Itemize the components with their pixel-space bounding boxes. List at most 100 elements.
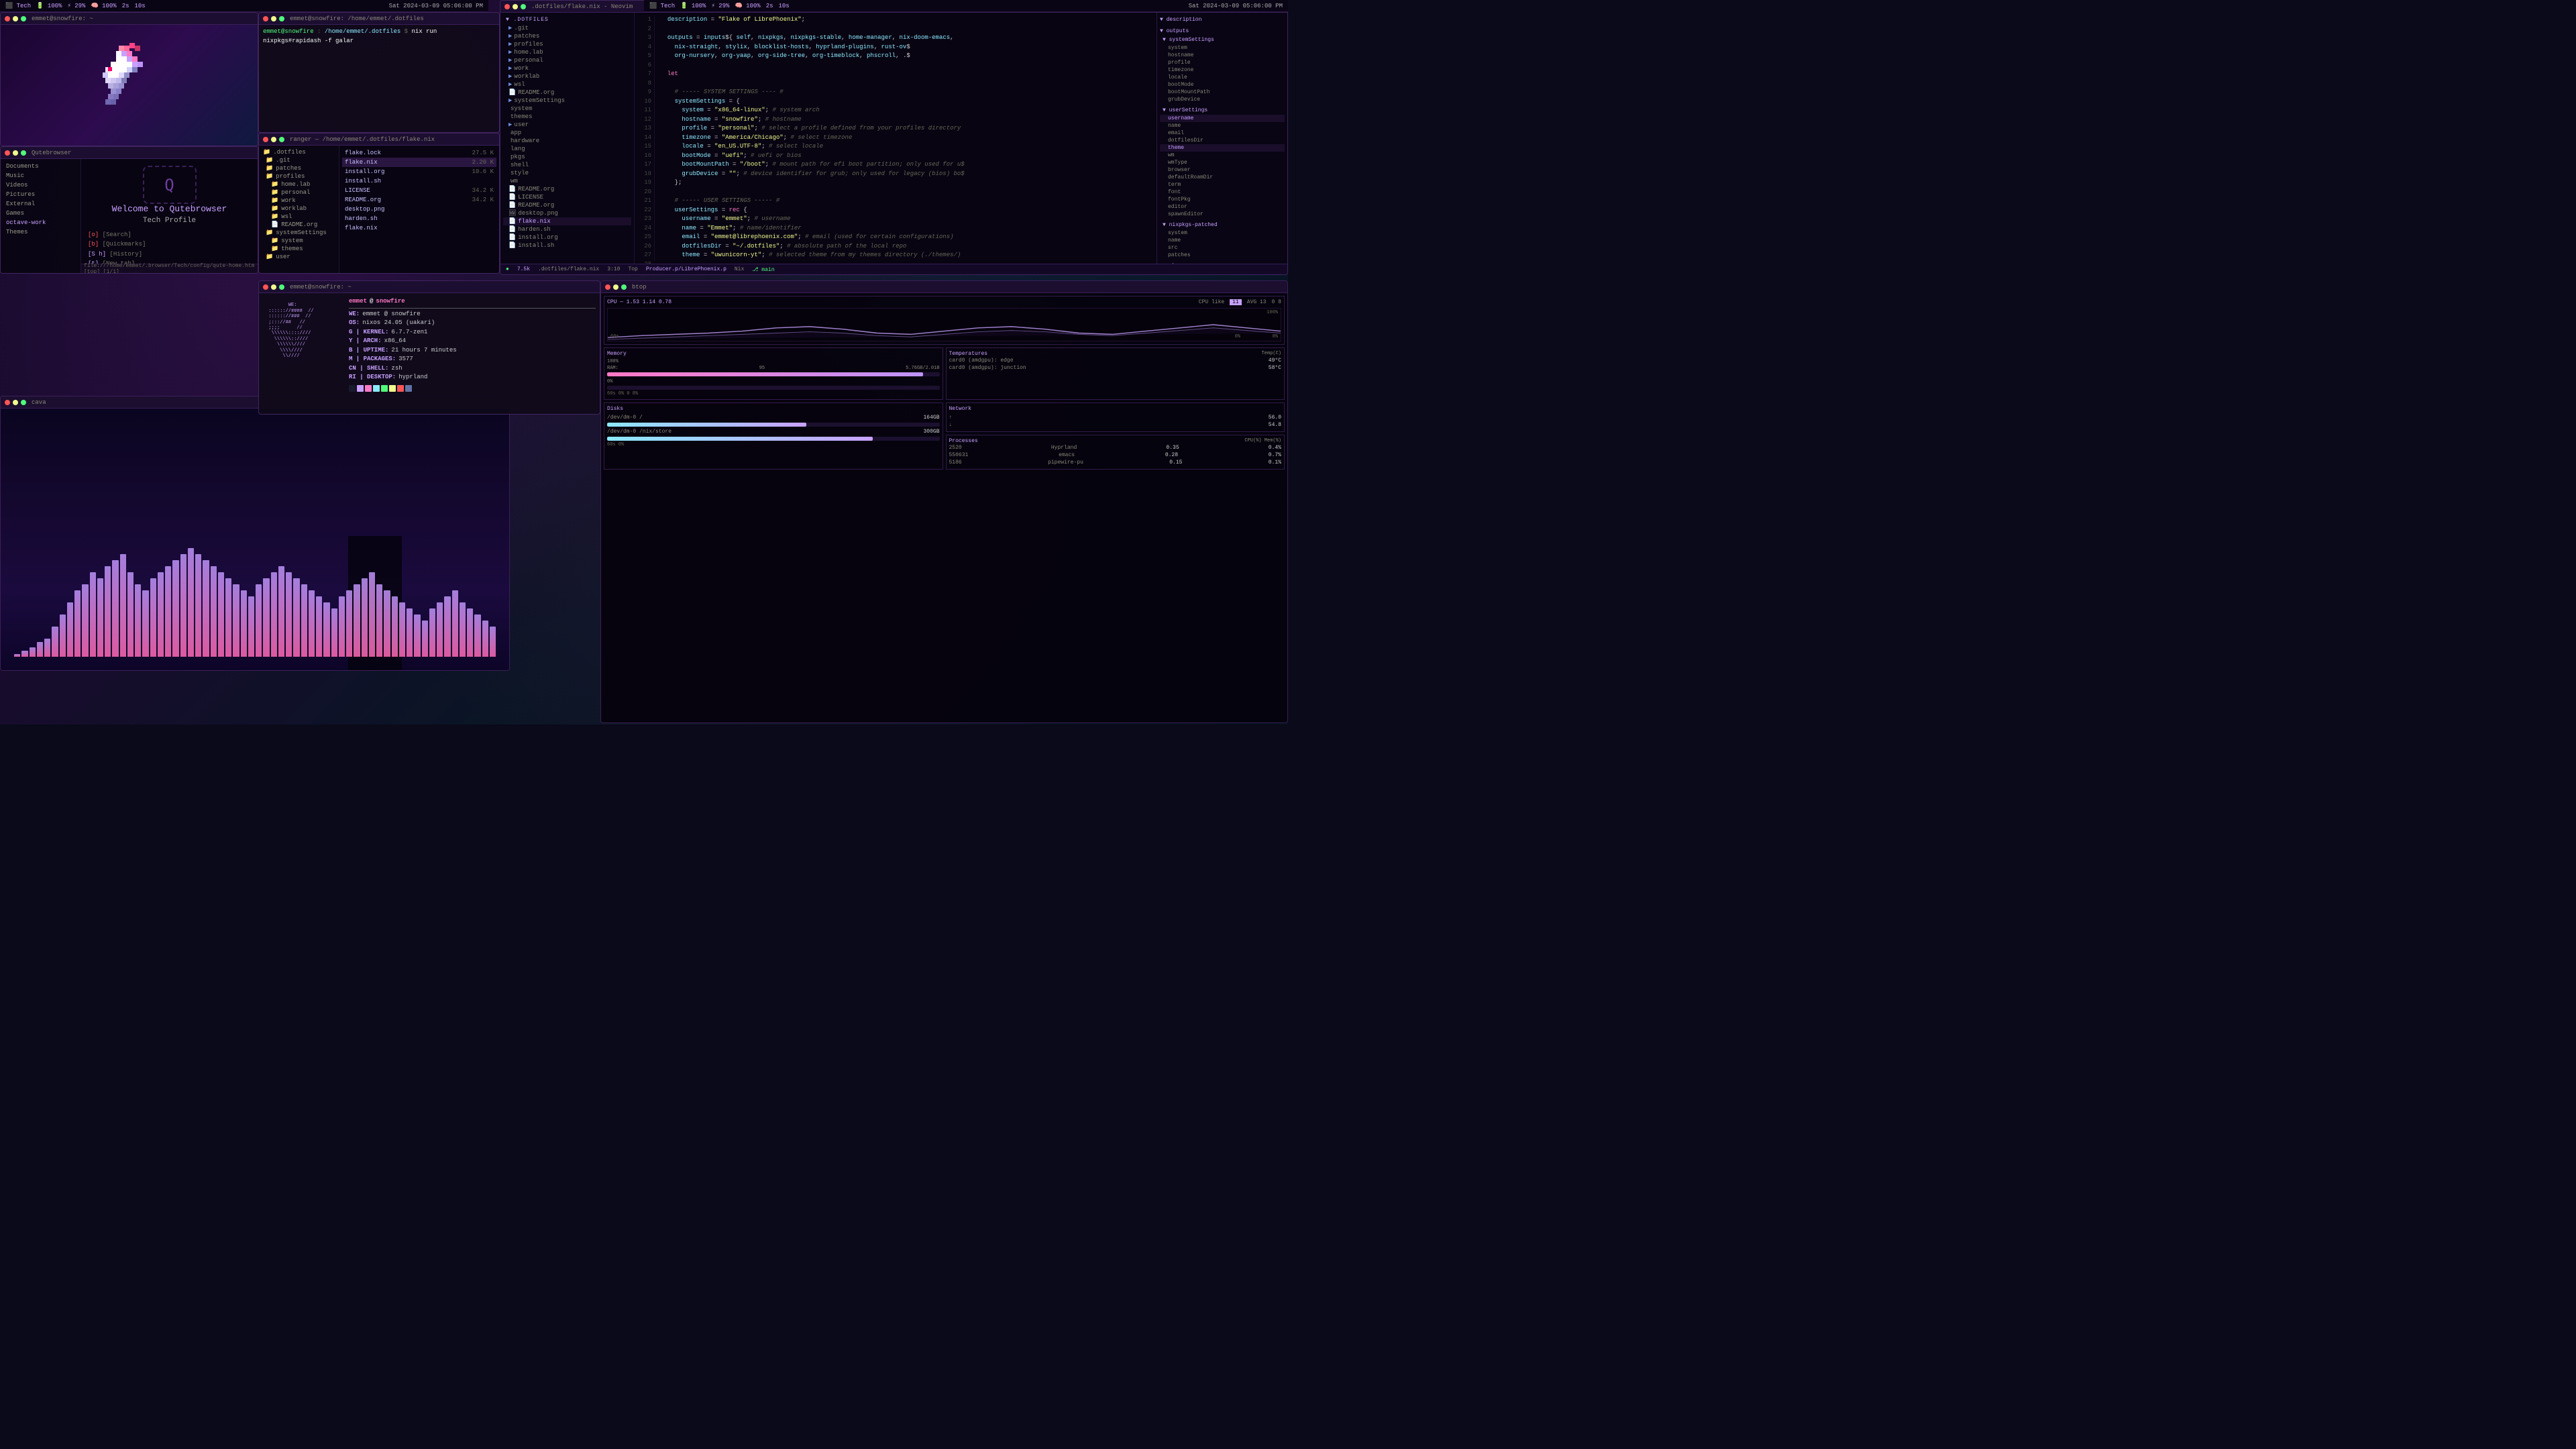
fm-item-wsl[interactable]: 📁wsl — [260, 213, 337, 221]
fm-item-profiles[interactable]: 📁profiles — [260, 172, 337, 180]
code-line-2 — [660, 25, 1151, 34]
term-close[interactable] — [263, 16, 268, 21]
term-sep-1: : — [317, 28, 321, 35]
fm-item-system[interactable]: 📁system — [260, 237, 337, 245]
viz-close[interactable] — [5, 400, 10, 405]
topbar-right-items: ⬛ Tech 🔋 100% ⚡ 29% 🧠 100% 2s 10s — [649, 3, 790, 9]
editor-min[interactable] — [513, 4, 518, 9]
editor-tree-themes[interactable]: themes — [503, 113, 631, 121]
fm-file-flakenix[interactable]: flake.nix 2.20 K — [342, 158, 496, 167]
fm-close[interactable] — [263, 137, 268, 142]
fm-item-personal[interactable]: 📁personal — [260, 189, 337, 197]
fm-file-license[interactable]: LICENSE 34.2 K — [342, 186, 496, 195]
fm-item-user[interactable]: 📁user — [260, 253, 337, 261]
nf-min[interactable] — [271, 284, 276, 290]
editor-tree-readmeorg2[interactable]: 📄 README.org — [503, 185, 631, 193]
editor-tree-app[interactable]: app — [503, 129, 631, 137]
fm-file-flakenix2[interactable]: flake.nix — [342, 223, 496, 233]
fm-item-system-settings[interactable]: 📁systemSettings — [260, 229, 337, 237]
editor-tree-lang[interactable]: lang — [503, 145, 631, 153]
qute-sidebar-games[interactable]: Games — [3, 209, 78, 218]
editor-tree-user[interactable]: ▶ user — [503, 121, 631, 129]
editor-tree-git[interactable]: ▶ .git — [503, 24, 631, 32]
fm-file-harden[interactable]: harden.sh — [342, 214, 496, 223]
editor-tree-desktoppng[interactable]: 🖼 desktop.png — [503, 209, 631, 217]
min-dot[interactable] — [13, 16, 18, 21]
editor-close[interactable] — [504, 4, 510, 9]
editor-tree-patches[interactable]: ▶ patches — [503, 32, 631, 40]
editor-tree-work[interactable]: ▶ work — [503, 64, 631, 72]
qute-max-dot[interactable] — [21, 150, 26, 156]
sysmon-max[interactable] — [621, 284, 627, 290]
editor-tree-hardensh[interactable]: 📄 harden.sh — [503, 225, 631, 233]
editor-code-area[interactable]: 1 2 3 4 5 6 7 8 9 10 11 12 13 14 15 16 1… — [635, 13, 1157, 264]
editor-tree-readmeorg1[interactable]: 📄 README.org — [503, 89, 631, 97]
viz-max[interactable] — [21, 400, 26, 405]
term-max[interactable] — [279, 16, 284, 21]
fm-file-desktoppng[interactable]: desktop.png — [342, 205, 496, 214]
nf-close[interactable] — [263, 284, 268, 290]
editor-tree-installorg[interactable]: 📄 install.org — [503, 233, 631, 241]
outline-term: term — [1160, 181, 1285, 189]
editor-tree-wsl[interactable]: ▶ wsl — [503, 80, 631, 89]
fm-file-install-org[interactable]: install.org 10.6 K — [342, 167, 496, 176]
viz-min[interactable] — [13, 400, 18, 405]
fm-file-flakelock[interactable]: flake.lock 27.5 K — [342, 148, 496, 158]
terminal-top-window: emmet@snowfire: /home/emmet/.dotfiles em… — [258, 12, 500, 133]
outline-system-settings: ▼ systemSettings — [1160, 36, 1285, 44]
qute-close-dot[interactable] — [5, 150, 10, 156]
editor-tree-system-settings[interactable]: ▶ systemSettings — [503, 97, 631, 105]
qute-sidebar-external[interactable]: External — [3, 199, 78, 209]
close-dot[interactable] — [5, 16, 10, 21]
nf-max[interactable] — [279, 284, 284, 290]
pixel-art-window: emmet@snowfire: ~ — [0, 12, 258, 146]
editor-tree-flakenix[interactable]: 📄 flake.nix — [503, 217, 631, 225]
fm-item-patches[interactable]: 📁patches — [260, 164, 337, 172]
fm-item-git[interactable]: 📁.git — [260, 156, 337, 164]
editor-tree-wm[interactable]: wm — [503, 177, 631, 185]
nf-pkg-key: M | PACKAGES: — [349, 355, 396, 364]
fm-min[interactable] — [271, 137, 276, 142]
editor-tree-personal[interactable]: ▶ personal — [503, 56, 631, 64]
fm-item-themes[interactable]: 📁themes — [260, 245, 337, 253]
editor-max[interactable] — [521, 4, 526, 9]
editor-tree-profiles[interactable]: ▶ profiles — [503, 40, 631, 48]
editor-tree-license[interactable]: 📄 LICENSE — [503, 193, 631, 201]
qute-sidebar-documents[interactable]: Documents — [3, 162, 78, 171]
qute-sidebar-pictures[interactable]: Pictures — [3, 190, 78, 199]
gutter-27: 27 — [637, 251, 651, 260]
term-min[interactable] — [271, 16, 276, 21]
qute-min-dot[interactable] — [13, 150, 18, 156]
editor-tree-homelab[interactable]: ▶ home.lab — [503, 48, 631, 56]
editor-tree-hardware[interactable]: hardware — [503, 137, 631, 145]
max-dot[interactable] — [21, 16, 26, 21]
fm-max[interactable] — [279, 137, 284, 142]
editor-code-lines[interactable]: description = "Flake of LibrePhoenix"; o… — [655, 15, 1157, 261]
editor-tree-system[interactable]: system — [503, 105, 631, 113]
fm-item-homelab[interactable]: 📁home.lab — [260, 180, 337, 189]
gutter-20: 20 — [637, 188, 651, 197]
fm-item-dotfiles[interactable]: 📁.dotfiles — [260, 148, 337, 156]
fm-item-worklab[interactable]: 📁worklab — [260, 205, 337, 213]
editor-tree-worklab[interactable]: ▶ worklab — [503, 72, 631, 80]
editor-tree-pkgs[interactable]: pkgs — [503, 153, 631, 161]
sysmon-min[interactable] — [613, 284, 619, 290]
qute-sidebar-videos[interactable]: Videos — [3, 180, 78, 190]
fm-item-readme1[interactable]: 📄README.org — [260, 221, 337, 229]
editor-tree-readmeorg3[interactable]: 📄 README.org — [503, 201, 631, 209]
qute-sidebar-octave[interactable]: octave-work — [3, 218, 78, 227]
fm-content[interactable]: 📁.dotfiles 📁.git 📁patches 📁profiles 📁hom… — [259, 146, 499, 274]
fm-file-readme2[interactable]: README.org 34.2 K — [342, 195, 496, 205]
qute-status-text: file:///home/emmet/.browser/Tech/config/… — [84, 263, 255, 274]
fm-item-work[interactable]: 📁work — [260, 197, 337, 205]
qute-sidebar-themes[interactable]: Themes — [3, 227, 78, 237]
sysmon-close[interactable] — [605, 284, 610, 290]
code-line-13: profile = "personal"; # select a profile… — [660, 124, 1151, 133]
sysmon-proc-pid-3: 5186 — [949, 460, 962, 466]
editor-tree-installsh[interactable]: 📄 install.sh — [503, 241, 631, 250]
sysmon-ram-label: RAM: — [607, 366, 619, 371]
qute-sidebar-music[interactable]: Music — [3, 171, 78, 180]
editor-tree-style[interactable]: style — [503, 169, 631, 177]
editor-tree-shell[interactable]: shell — [503, 161, 631, 169]
fm-file-installsh[interactable]: install.sh — [342, 176, 496, 186]
